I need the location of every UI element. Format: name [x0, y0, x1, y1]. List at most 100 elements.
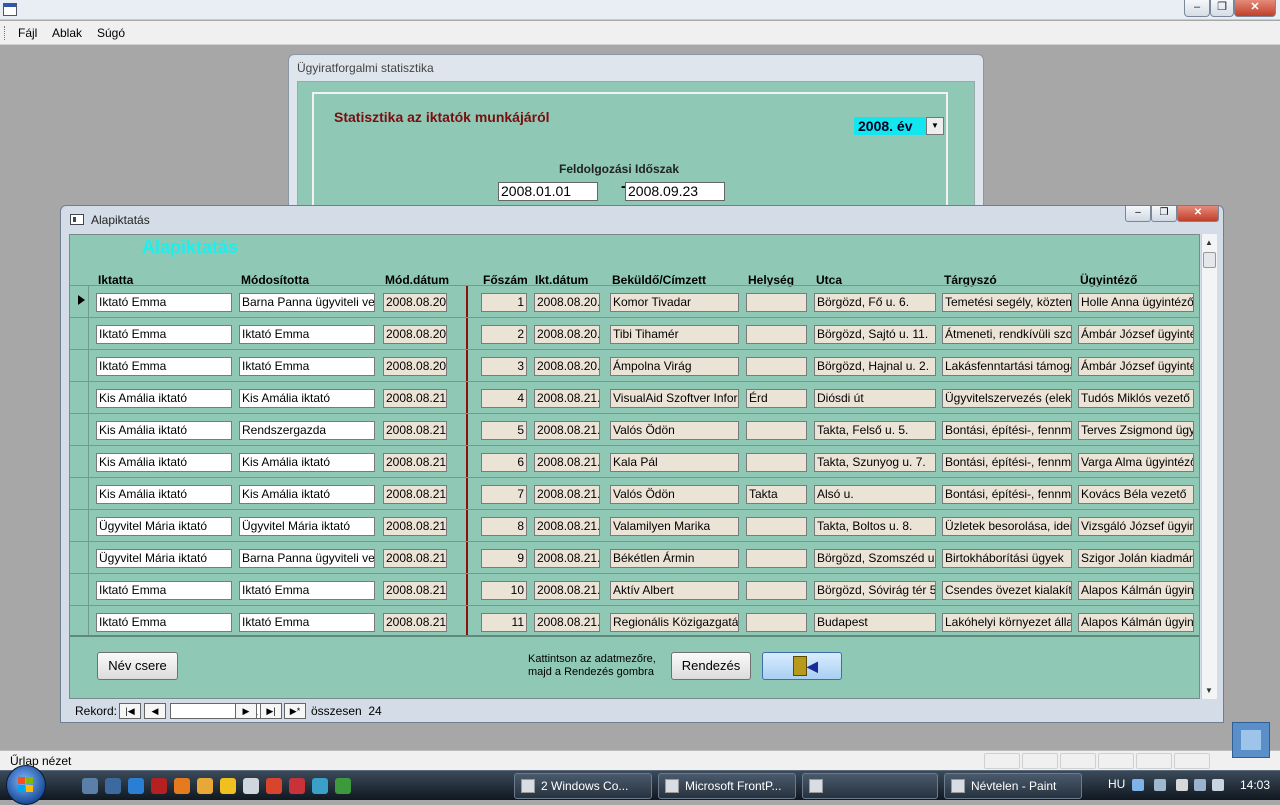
chrome-icon[interactable] — [266, 778, 282, 794]
field-bekuldo[interactable]: VisualAid Szoftver Informat — [610, 389, 739, 408]
field-ugyintezo[interactable]: Vizsgáló József ügyinté: — [1078, 517, 1194, 536]
field-ikt-datum[interactable]: 2008.08.21. — [534, 453, 600, 472]
field-targyszo[interactable]: Bontási, építési-, fennmara — [942, 421, 1072, 440]
field-helyseg[interactable] — [746, 421, 807, 440]
field-ugyintezo[interactable]: Alapos Kálmán ügyinté: — [1078, 581, 1194, 600]
field-foszam[interactable]: 4 — [481, 389, 527, 408]
field-bekuldo[interactable]: Valós Ödön — [610, 421, 739, 440]
messenger-icon[interactable] — [197, 778, 213, 794]
field-modositotta[interactable]: Ügyvitel Mária iktató — [239, 517, 375, 536]
field-iktatta[interactable]: Ügyvitel Mária iktató — [96, 517, 232, 536]
record-selector[interactable] — [70, 414, 89, 445]
record-selector[interactable] — [70, 574, 89, 605]
monitor-icon[interactable] — [1194, 779, 1206, 791]
alapiktatas-window[interactable]: Alapiktatás – ❐ ✕ Alapiktatás Iktatta Mó… — [60, 205, 1224, 723]
field-bekuldo[interactable]: Ámpolna Virág — [610, 357, 739, 376]
field-utca[interactable]: Diósdi út — [814, 389, 936, 408]
scroll-thumb[interactable] — [1203, 252, 1216, 268]
app-icon-gray[interactable] — [243, 778, 259, 794]
record-selector[interactable] — [70, 606, 89, 637]
field-ikt-datum[interactable]: 2008.08.21. — [534, 517, 600, 536]
table-row[interactable]: Kis Amália iktató Kis Amália iktató 2008.0… — [70, 445, 1199, 477]
field-ugyintezo[interactable]: Ámbár József ügyintéző — [1078, 357, 1194, 376]
year-select[interactable]: 2008. év — [854, 117, 926, 135]
menu-window[interactable]: Ablak — [52, 26, 82, 40]
field-targyszo[interactable]: Csendes övezet kialakítás — [942, 581, 1072, 600]
field-iktatta[interactable]: Kis Amália iktató — [96, 421, 232, 440]
field-helyseg[interactable]: Takta — [746, 485, 807, 504]
field-targyszo[interactable]: Átmeneti, rendkívüli szoc.s — [942, 325, 1072, 344]
field-ugyintezo[interactable]: Terves Zsigmond ügyin — [1078, 421, 1194, 440]
app-icon-red[interactable] — [289, 778, 305, 794]
field-ikt-datum[interactable]: 2008.08.21. — [534, 389, 600, 408]
field-helyseg[interactable] — [746, 517, 807, 536]
field-utca[interactable]: Börgözd, Sajtó u. 11. — [814, 325, 936, 344]
field-modositotta[interactable]: Iktató Emma — [239, 581, 375, 600]
show-desktop-icon[interactable] — [82, 778, 98, 794]
field-mod-datum[interactable]: 2008.08.20. — [383, 325, 447, 344]
field-modositotta[interactable]: Kis Amália iktató — [239, 453, 375, 472]
field-ikt-datum[interactable]: 2008.08.20. — [534, 325, 600, 344]
field-iktatta[interactable]: Iktató Emma — [96, 581, 232, 600]
language-indicator[interactable]: HU — [1108, 777, 1125, 791]
field-targyszo[interactable]: Ügyvitelszervezés (elektroi — [942, 389, 1072, 408]
excel-icon[interactable] — [335, 778, 351, 794]
table-row[interactable]: Iktató Emma Barna Panna ügyviteli vezet 20… — [70, 285, 1199, 317]
menu-help[interactable]: Súgó — [97, 26, 125, 40]
taskbar-task-windows[interactable]: 2 Windows Co... — [514, 773, 652, 799]
field-ugyintezo[interactable]: Ámbár József ügyintéző — [1078, 325, 1194, 344]
field-mod-datum[interactable]: 2008.08.21. — [383, 581, 447, 600]
field-mod-datum[interactable]: 2008.08.21. — [383, 421, 447, 440]
field-utca[interactable]: Takta, Felső u. 5. — [814, 421, 936, 440]
safe-remove-icon[interactable] — [1154, 779, 1166, 791]
name-swap-button[interactable]: Név csere — [97, 652, 178, 680]
field-ugyintezo[interactable]: Holle Anna ügyintéző — [1078, 293, 1194, 312]
download-icon[interactable] — [1232, 722, 1270, 758]
field-iktatta[interactable]: Iktató Emma — [96, 293, 232, 312]
field-utca[interactable]: Budapest — [814, 613, 936, 632]
field-iktatta[interactable]: Iktató Emma — [96, 613, 232, 632]
field-iktatta[interactable]: Kis Amália iktató — [96, 453, 232, 472]
table-row[interactable]: Iktató Emma Iktató Emma 2008.08.21. 10 2008.… — [70, 573, 1199, 605]
field-helyseg[interactable] — [746, 453, 807, 472]
table-row[interactable]: Kis Amália iktató Rendszergazda 2008.08.21… — [70, 413, 1199, 445]
ie-icon[interactable] — [128, 778, 144, 794]
field-foszam[interactable]: 3 — [481, 357, 527, 376]
app-restore-button[interactable]: ❐ — [1210, 0, 1234, 17]
switch-windows-icon[interactable] — [105, 778, 121, 794]
field-foszam[interactable]: 5 — [481, 421, 527, 440]
first-record-button[interactable]: |◀ — [119, 703, 141, 719]
table-row[interactable]: Iktató Emma Iktató Emma 2008.08.20. 3 2008.0… — [70, 349, 1199, 381]
field-ugyintezo[interactable]: Varga Alma ügyintéző — [1078, 453, 1194, 472]
field-modositotta[interactable]: Barna Panna ügyviteli vezet — [239, 549, 375, 568]
field-mod-datum[interactable]: 2008.08.21. — [383, 453, 447, 472]
last-record-button[interactable]: ▶| — [260, 703, 282, 719]
start-button[interactable] — [6, 765, 46, 805]
menu-file[interactable]: Fájl — [18, 26, 37, 40]
firefox-icon[interactable] — [174, 778, 190, 794]
field-foszam[interactable]: 11 — [481, 613, 527, 632]
field-mod-datum[interactable]: 2008.08.21. — [383, 613, 447, 632]
field-mod-datum[interactable]: 2008.08.20. — [383, 293, 447, 312]
next-record-button[interactable]: ▶ — [235, 703, 257, 719]
window-restore-button[interactable]: ❐ — [1151, 206, 1177, 222]
field-foszam[interactable]: 10 — [481, 581, 527, 600]
record-selector[interactable] — [70, 478, 89, 509]
access-icon[interactable] — [151, 778, 167, 794]
field-utca[interactable]: Alsó u. — [814, 485, 936, 504]
field-modositotta[interactable]: Barna Panna ügyviteli vezet — [239, 293, 375, 312]
field-bekuldo[interactable]: Valamilyen Marika — [610, 517, 739, 536]
field-bekuldo[interactable]: Tibi Tihamér — [610, 325, 739, 344]
sort-button[interactable]: Rendezés — [671, 652, 751, 680]
record-selector[interactable] — [70, 318, 89, 349]
field-targyszo[interactable]: Birtokháborítási ügyek — [942, 549, 1072, 568]
field-utca[interactable]: Takta, Boltos u. 8. — [814, 517, 936, 536]
field-iktatta[interactable]: Ügyvitel Mária iktató — [96, 549, 232, 568]
field-targyszo[interactable]: Lakásfenntartási támogatá — [942, 357, 1072, 376]
record-selector[interactable] — [70, 446, 89, 477]
prev-record-button[interactable]: ◀ — [144, 703, 166, 719]
field-foszam[interactable]: 2 — [481, 325, 527, 344]
field-foszam[interactable]: 8 — [481, 517, 527, 536]
field-bekuldo[interactable]: Békétlen Ármin — [610, 549, 739, 568]
app-icon-blue[interactable] — [312, 778, 328, 794]
